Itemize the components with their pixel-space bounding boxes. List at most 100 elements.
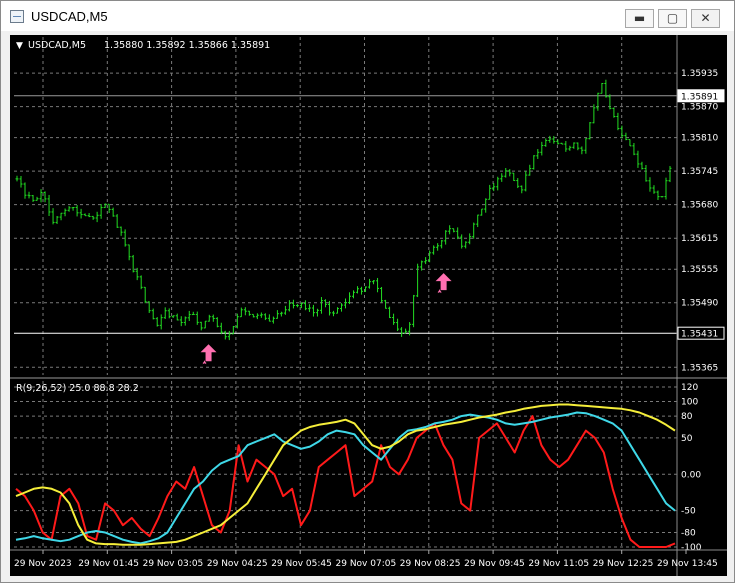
candle [448, 225, 452, 235]
candle [263, 313, 267, 321]
candle [528, 164, 532, 176]
candle [23, 182, 27, 199]
candle [119, 226, 123, 236]
time-tick-label: 29 Nov 05:45 [271, 559, 332, 569]
candle [428, 250, 432, 263]
candle [311, 304, 315, 317]
buy-arrow-icon[interactable] [200, 344, 217, 365]
candle [540, 141, 544, 156]
candle [279, 311, 283, 317]
time-tick-label: 29 Nov 01:45 [78, 559, 139, 569]
candle [592, 104, 596, 124]
candle [171, 315, 175, 318]
candle [572, 142, 576, 149]
price-tick-label: 1.35555 [681, 265, 718, 275]
close-button[interactable]: ✕ [691, 9, 720, 28]
candle [303, 300, 307, 311]
candle [624, 132, 628, 141]
candle [319, 297, 323, 314]
candle [568, 145, 572, 151]
candle [480, 208, 484, 216]
candle [532, 155, 536, 170]
maximize-button[interactable]: ▢ [658, 9, 687, 28]
candle [163, 307, 167, 319]
candle [143, 286, 147, 304]
candle [283, 305, 287, 315]
title-bar[interactable]: USDCAD,M5 ▬ ▢ ✕ [1, 1, 734, 31]
indicator-header: R(9,26,52) 25.0 88.8 28.2 [16, 383, 139, 394]
candle [91, 215, 95, 220]
candle [35, 196, 39, 201]
indicator-line-cyan [15, 411, 676, 545]
candle [139, 275, 143, 290]
candle [267, 314, 271, 322]
candle [620, 125, 624, 139]
candle [548, 135, 552, 143]
candle [95, 211, 99, 223]
candle [344, 298, 347, 309]
candle [15, 175, 19, 182]
candle [640, 161, 644, 170]
candle [323, 299, 327, 308]
candle [372, 280, 376, 285]
candle [19, 175, 23, 188]
candle [159, 314, 163, 330]
candle [87, 213, 91, 218]
header-arrow-icon[interactable]: ▼ [16, 41, 23, 51]
candle [380, 286, 384, 303]
indicator-tick-label: 50 [681, 434, 693, 444]
candle [544, 138, 548, 147]
chart-canvas[interactable]: 1.35891 1.35431 1.35935 1.35870 1.35810 1.35… [10, 35, 727, 576]
candle [175, 313, 179, 321]
candle [31, 194, 35, 202]
candle [468, 233, 472, 245]
candle [103, 203, 107, 209]
candle [632, 142, 636, 156]
candle [55, 215, 59, 224]
candle [564, 141, 568, 152]
time-tick-label: 29 Nov 12:25 [593, 559, 654, 569]
level-price-label: 1.35431 [681, 330, 718, 340]
candle [247, 310, 251, 316]
candle [524, 171, 528, 192]
candle [255, 313, 259, 320]
candle [644, 164, 648, 182]
candle [588, 121, 592, 140]
candle [584, 138, 588, 154]
candle [536, 149, 540, 159]
candle [239, 307, 243, 318]
time-tick-label: 29 Nov 09:45 [464, 559, 525, 569]
candle [43, 191, 47, 203]
candle [516, 178, 520, 189]
candle [287, 300, 291, 312]
time-tick-label: 29 Nov 13:45 [657, 559, 718, 569]
candle [219, 322, 223, 335]
buy-arrow-icon[interactable] [435, 273, 452, 294]
candle [67, 206, 71, 212]
candle [604, 79, 608, 98]
minimize-button[interactable]: ▬ [625, 9, 654, 28]
time-tick-label: 29 Nov 07:05 [336, 559, 397, 569]
price-axis: 1.35935 1.35870 1.35810 1.35745 1.35680 1.356… [676, 35, 718, 576]
price-tick-label: 1.35745 [681, 167, 718, 177]
candle [580, 146, 584, 155]
candle [291, 299, 295, 309]
candle [460, 234, 464, 249]
ohlc-readout: 1.35880 1.35892 1.35866 1.35891 [104, 40, 270, 51]
candle [476, 214, 480, 228]
candle [608, 94, 612, 110]
candle [352, 290, 356, 299]
candle [488, 184, 492, 200]
candle [504, 168, 508, 178]
candle [436, 243, 440, 251]
candle [27, 191, 31, 199]
candle [79, 208, 83, 219]
candle [111, 207, 115, 217]
chart-svg[interactable]: 1.358911.35431 1.359351.358701.358101.35… [10, 35, 727, 576]
candle [376, 277, 380, 293]
candle [259, 312, 263, 318]
candle [275, 310, 279, 319]
candle [307, 304, 311, 312]
indicator-line-red [15, 415, 676, 548]
candle [576, 142, 580, 151]
